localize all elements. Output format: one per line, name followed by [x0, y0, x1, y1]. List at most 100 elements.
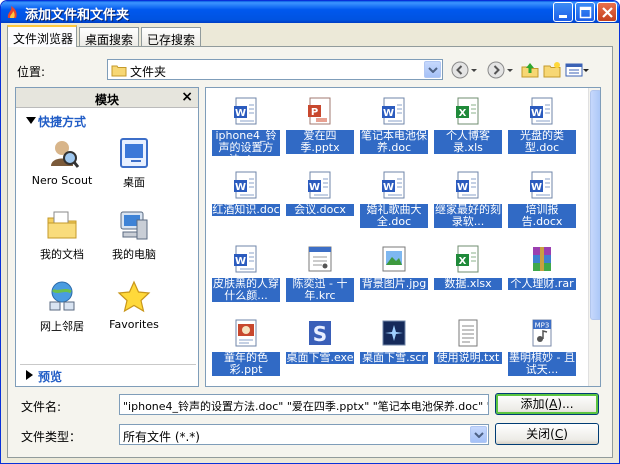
nero-scout-icon — [51, 141, 79, 168]
file-list[interactable]: Wiphone4_铃声的设置方法.doc P 爱在四季.pptx W 笔记本电池保养.d… — [205, 87, 601, 387]
maximize-button[interactable] — [575, 2, 595, 22]
svg-text:W: W — [383, 108, 394, 119]
file-item[interactable]: 陈奕迅 - 十年.krc — [284, 240, 356, 310]
tab-desktop-search[interactable]: 桌面搜索 — [79, 27, 139, 47]
location-dropdown-button[interactable] — [424, 61, 441, 78]
add-button[interactable]: 添加(A)... — [495, 393, 599, 415]
close-button[interactable]: 关闭(C) — [495, 423, 599, 445]
my-documents-icon — [47, 211, 77, 239]
file-item[interactable]: W 笔记本电池保养.doc — [358, 92, 430, 162]
file-item[interactable]: W 婚礼歌曲大全.doc — [358, 166, 430, 236]
file-name: 个人理财.rar — [508, 278, 576, 290]
tab-file-browser[interactable]: 文件浏览器 — [7, 25, 77, 47]
shortcut-my-documents[interactable]: 我的文档 — [22, 208, 102, 278]
filetype-dropdown-button[interactable] — [470, 426, 487, 443]
back-dropdown-icon[interactable] — [470, 61, 478, 79]
shortcut-favorites[interactable]: Favorites — [94, 280, 174, 350]
file-item[interactable]: W 培训报告.docx — [506, 166, 578, 236]
file-item[interactable]: 童年的色彩.ppt — [210, 314, 282, 384]
file-item[interactable]: W 会议.docx — [284, 166, 356, 236]
view-menu-icon[interactable] — [565, 61, 589, 79]
shortcut-nero-scout[interactable]: Nero Scout — [22, 136, 102, 206]
file-name: 爱在四季.pptx — [286, 130, 354, 154]
file-name: 墨明棋妙 - 且试天... — [508, 352, 576, 376]
shortcuts-section-header[interactable]: 快捷方式 — [20, 112, 196, 130]
close-button-accesskey: C — [554, 427, 564, 441]
shortcut-label: Favorites — [109, 318, 159, 331]
file-item[interactable]: 桌面下雪.scr — [358, 314, 430, 384]
word-doc-icon: W — [530, 171, 553, 199]
file-name: 婚礼歌曲大全.doc — [360, 204, 428, 228]
exe-app-icon: S — [309, 321, 331, 346]
file-item[interactable]: X 个人博客录.xls — [432, 92, 504, 162]
expand-triangle-icon — [26, 370, 33, 380]
lyric-file-icon — [308, 246, 332, 272]
add-button-accesskey: A — [549, 397, 558, 411]
favorites-star-icon — [117, 280, 151, 313]
minimize-button[interactable] — [553, 2, 573, 22]
file-name: 皮肤黑的人穿什么颜... — [212, 278, 280, 302]
desktop-icon — [120, 138, 148, 168]
preview-section-title: 预览 — [38, 370, 63, 384]
file-name: 桌面下雪.exe — [286, 352, 354, 364]
window-title: 添加文件和文件夹 — [25, 8, 130, 23]
powerpoint-file-icon: P — [308, 97, 331, 125]
new-folder-icon[interactable] — [543, 61, 561, 79]
close-icon[interactable]: × — [181, 89, 193, 105]
file-item[interactable]: W 继家最好的刻录软... — [432, 166, 504, 236]
shortcut-network-places[interactable]: 网上邻居 — [22, 280, 102, 350]
svg-text:W: W — [383, 182, 394, 193]
scrollbar-thumb[interactable] — [590, 90, 600, 320]
file-item[interactable]: P 爱在四季.pptx — [284, 92, 356, 162]
mp3-audio-icon: MP3 — [532, 319, 552, 347]
file-item[interactable]: W 红酒知识.doc — [210, 166, 282, 236]
svg-text:W: W — [235, 108, 246, 119]
file-item[interactable]: W 皮肤黑的人穿什么颜... — [210, 240, 282, 310]
up-folder-icon[interactable] — [521, 61, 539, 79]
vertical-scrollbar[interactable] — [588, 88, 600, 386]
file-name: 笔记本电池保养.doc — [360, 130, 428, 154]
tab-saved-search[interactable]: 已存搜索 — [141, 27, 201, 47]
preview-section-header[interactable]: 预览 — [20, 364, 196, 384]
svg-text:W: W — [235, 256, 246, 267]
close-window-button[interactable] — [597, 2, 617, 22]
file-item[interactable]: W 光盘的类型.doc — [506, 92, 578, 162]
app-flame-icon — [7, 6, 17, 18]
filetype-dropdown[interactable]: 所有文件 (*.*) — [119, 424, 489, 445]
file-item[interactable]: X 数据.xlsx — [432, 240, 504, 310]
chevron-down-icon — [474, 432, 484, 438]
filename-input[interactable]: "iphone4_铃声的设置方法.doc" "爱在四季.pptx" "笔记本电池… — [119, 394, 489, 415]
file-item[interactable]: 使用说明.txt — [432, 314, 504, 384]
file-name: 会议.docx — [286, 204, 354, 216]
filetype-value: 所有文件 (*.*) — [123, 430, 200, 444]
forward-dropdown-icon[interactable] — [506, 61, 514, 79]
word-doc-icon: W — [234, 97, 257, 125]
add-button-suffix: ... — [562, 397, 574, 411]
title-bar[interactable]: 添加文件和文件夹 — [1, 1, 619, 23]
image-file-icon — [382, 246, 406, 272]
file-name: 童年的色彩.ppt — [212, 352, 280, 376]
file-item[interactable]: 背景图片.jpg — [358, 240, 430, 310]
svg-text:W: W — [457, 182, 468, 193]
svg-text:W: W — [235, 182, 246, 193]
file-item[interactable]: MP3 墨明棋妙 - 且试天... — [506, 314, 578, 384]
shortcut-my-computer[interactable]: 我的电脑 — [94, 208, 174, 278]
excel-file-icon: X — [456, 245, 479, 273]
svg-text:W: W — [531, 182, 542, 193]
file-item[interactable]: S 桌面下雪.exe — [284, 314, 356, 384]
word-doc-icon: W — [530, 97, 553, 125]
file-name: 红酒知识.doc — [212, 204, 280, 216]
file-name: 数据.xlsx — [434, 278, 502, 290]
back-icon[interactable] — [451, 61, 469, 79]
shortcut-desktop[interactable]: 桌面 — [94, 136, 174, 206]
file-name: 个人博客录.xls — [434, 130, 502, 154]
file-item[interactable]: Wiphone4_铃声的设置方法.doc — [210, 92, 282, 162]
file-name: 培训报告.docx — [508, 204, 576, 228]
file-name: iphone4_铃声的设置方法.doc — [212, 130, 280, 156]
location-dropdown[interactable]: 文件夹 — [107, 59, 443, 80]
rar-archive-icon — [533, 247, 551, 271]
file-item[interactable]: 个人理财.rar — [506, 240, 578, 310]
file-name: 背景图片.jpg — [360, 278, 428, 290]
collapse-triangle-icon — [26, 117, 36, 124]
forward-icon[interactable] — [487, 61, 505, 79]
